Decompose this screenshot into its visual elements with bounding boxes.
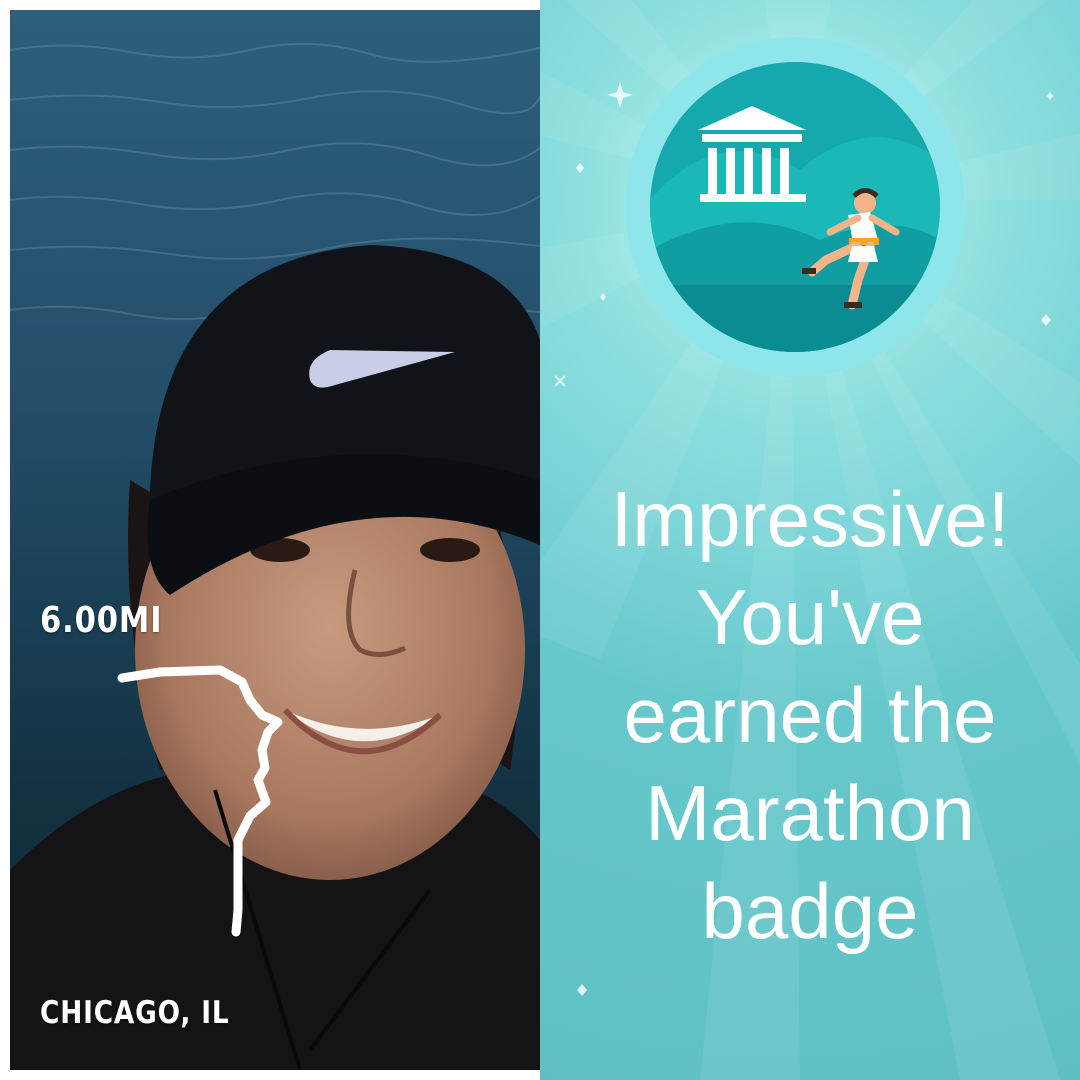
badge-message: Impressive! You've earned the Marathon b… [540, 470, 1080, 960]
run-photo: 6.00MI CHICAGO, IL [10, 10, 540, 1070]
message-line: badge [701, 867, 919, 955]
message-line: earned the [623, 671, 997, 759]
message-line: Marathon [645, 769, 975, 857]
run-distance: 6.00MI [40, 600, 163, 641]
message-line: You've [695, 573, 925, 661]
selfie-photo [10, 10, 540, 1070]
badge-panel: Impressive! You've earned the Marathon b… [540, 0, 1080, 1080]
run-location: CHICAGO, IL [40, 995, 230, 1031]
marathon-badge [625, 37, 965, 377]
message-line: Impressive! [610, 475, 1010, 563]
